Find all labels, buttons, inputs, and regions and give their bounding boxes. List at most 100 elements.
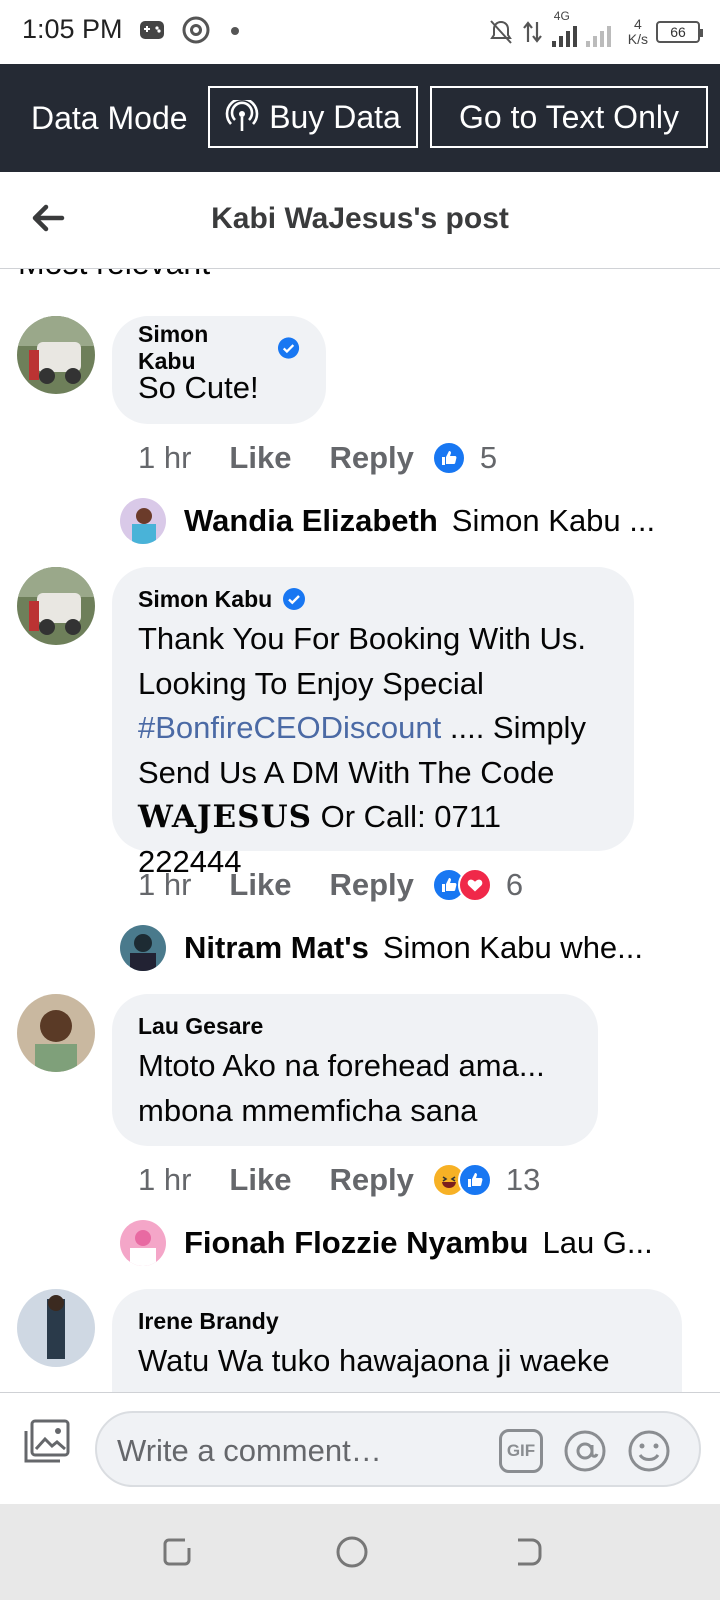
- comment-author[interactable]: Simon Kabu: [138, 321, 300, 374]
- data-mode-label: Data Mode: [31, 100, 188, 136]
- bell-muted-icon: [489, 20, 512, 44]
- back-nav-icon[interactable]: [510, 1534, 546, 1570]
- comment-actions: 1 hr Like Reply 6: [138, 865, 523, 905]
- comment-actions: 1 hr Like Reply 5: [138, 438, 497, 478]
- network-speed: 4 K/s: [628, 17, 648, 47]
- reply-author: Nitram Mat's: [184, 930, 369, 965]
- reply-preview[interactable]: Wandia Elizabeth Simon Kabu ...: [120, 496, 655, 546]
- reply-avatar: [120, 1220, 166, 1266]
- comment-bubble[interactable]: Irene Brandy Watu Wa tuko hawajaona ji w…: [112, 1289, 682, 1392]
- comment-line: mbona mmemficha sana: [138, 1092, 478, 1128]
- mention-icon[interactable]: [563, 1429, 607, 1473]
- comment-line: Looking To Enjoy Special: [138, 665, 484, 701]
- status-time: 1:05 PM: [22, 14, 123, 44]
- comment-bubble[interactable]: Lau Gesare Mtoto Ako na forehead ama... …: [112, 994, 598, 1146]
- comment-time: 1 hr: [138, 867, 192, 902]
- comment-line: #BonfireCEODiscount .... Simply: [138, 706, 608, 751]
- gif-label: GIF: [506, 1441, 536, 1460]
- reply-avatar: [120, 498, 166, 544]
- avatar-photo: [17, 316, 95, 394]
- sort-dropdown[interactable]: Most relevant: [18, 269, 210, 281]
- like-icon: [431, 441, 466, 475]
- comment-input[interactable]: Write a comment… GIF: [95, 1411, 701, 1487]
- comment-author[interactable]: Simon Kabu: [138, 585, 608, 613]
- reply-avatar: [120, 925, 166, 971]
- like-icon: [457, 1163, 492, 1197]
- sort-label: Most relevant: [18, 269, 210, 281]
- verified-badge-icon: [283, 588, 306, 610]
- notification-dot-icon: [231, 27, 239, 35]
- comment-time: 1 hr: [138, 440, 192, 475]
- signal-strength-icon: 4G: [551, 9, 620, 49]
- reactions[interactable]: [431, 441, 466, 475]
- comment-line-rest: .... Simply: [441, 710, 586, 745]
- reactions[interactable]: [431, 1163, 492, 1197]
- text-only-label: Go to Text Only: [459, 98, 679, 135]
- game-controller-icon: [140, 21, 164, 39]
- buy-data-button[interactable]: Buy Data: [208, 86, 418, 148]
- comment-composer: Write a comment… GIF: [0, 1392, 720, 1505]
- comment-author-name[interactable]: Lau Gesare: [138, 1013, 263, 1040]
- gif-icon[interactable]: GIF: [499, 1429, 543, 1473]
- comment-line: Thank You For Booking With Us.: [138, 621, 587, 656]
- avatar-photo: [17, 567, 95, 645]
- reactions[interactable]: [431, 868, 492, 902]
- discount-code: WAJESUS: [138, 799, 312, 835]
- avatar-photo: [17, 994, 95, 1072]
- battery-icon: 66: [656, 21, 703, 43]
- reply-button[interactable]: Reply: [329, 440, 413, 476]
- reply-preview[interactable]: Fionah Flozzie Nyambu Lau G...: [120, 1218, 653, 1268]
- photo-icon[interactable]: [22, 1417, 72, 1467]
- data-mode-banner: Data Mode Buy Data Go to Text Only: [0, 64, 720, 172]
- comment-avatar[interactable]: [17, 1289, 95, 1367]
- comment-line: Mtoto Ako na forehead ama...: [138, 1048, 545, 1083]
- comment-author[interactable]: Lau Gesare: [138, 1012, 572, 1040]
- comment-avatar[interactable]: [17, 316, 95, 394]
- reply-button[interactable]: Reply: [329, 867, 413, 903]
- like-button[interactable]: Like: [229, 1162, 291, 1198]
- reply-snippet: Simon Kabu ...: [451, 503, 656, 538]
- reaction-count[interactable]: 13: [506, 1162, 540, 1198]
- system-nav-bar: [0, 1504, 720, 1600]
- buy-data-label: Buy Data: [269, 98, 401, 135]
- emoji-icon[interactable]: [627, 1429, 671, 1473]
- network-speed-value: 4: [633, 16, 642, 32]
- battery-level: 66: [670, 24, 686, 40]
- comment-avatar[interactable]: [17, 994, 95, 1072]
- reply-snippet: Simon Kabu whe...: [382, 930, 644, 965]
- comment-avatar[interactable]: [17, 567, 95, 645]
- like-button[interactable]: Like: [229, 440, 291, 476]
- recent-apps-icon[interactable]: [159, 1534, 195, 1570]
- comment-text: Thank You For Booking With Us. Looking T…: [138, 617, 608, 884]
- like-button[interactable]: Like: [229, 867, 291, 903]
- reaction-count[interactable]: 6: [506, 867, 523, 903]
- text-only-button[interactable]: Go to Text Only: [430, 86, 708, 148]
- reaction-count[interactable]: 5: [480, 440, 497, 476]
- comment-author-name[interactable]: Simon Kabu: [138, 586, 272, 613]
- verified-badge-icon: [277, 337, 300, 359]
- comment-author[interactable]: Irene Brandy: [138, 1307, 656, 1335]
- comment-bubble[interactable]: Simon Kabu Thank You For Booking With Us…: [112, 567, 634, 879]
- comment-actions: 1 hr Like Reply 13: [138, 1160, 540, 1200]
- reply-button[interactable]: Reply: [329, 1162, 413, 1198]
- page-title: Kabi WaJesus's post: [211, 202, 509, 235]
- data-transfer-icon: [522, 21, 542, 43]
- comment-partial-clip: Irene Brandy Watu Wa tuko hawajaona ji w…: [0, 1280, 720, 1392]
- reply-preview[interactable]: Nitram Mat's Simon Kabu whe...: [120, 923, 643, 973]
- comment-bubble[interactable]: Simon Kabu So Cute!: [112, 316, 326, 424]
- status-bar: 1:05 PM 4G 4 K/s 66: [0, 0, 720, 64]
- comment-text: Mtoto Ako na forehead ama... mbona mmemf…: [138, 1044, 572, 1133]
- reply-snippet: Lau G...: [542, 1225, 653, 1260]
- hashtag-link[interactable]: #BonfireCEODiscount: [138, 710, 441, 745]
- network-type-label: 4G: [553, 9, 570, 23]
- comment-text: Watu Wa tuko hawajaona ji waeke: [138, 1343, 610, 1378]
- comment-author-name[interactable]: Irene Brandy: [138, 1308, 279, 1335]
- post-header: Kabi WaJesus's post: [0, 172, 720, 269]
- comment-line: Send Us A DM With The Code: [138, 754, 555, 790]
- comment-text: So Cute!: [138, 370, 259, 405]
- home-icon[interactable]: [334, 1534, 370, 1570]
- avatar-photo: [17, 1289, 95, 1367]
- comment-input-placeholder: Write a comment…: [117, 1433, 382, 1468]
- chrome-icon: [182, 16, 210, 44]
- network-speed-unit: K/s: [627, 31, 648, 47]
